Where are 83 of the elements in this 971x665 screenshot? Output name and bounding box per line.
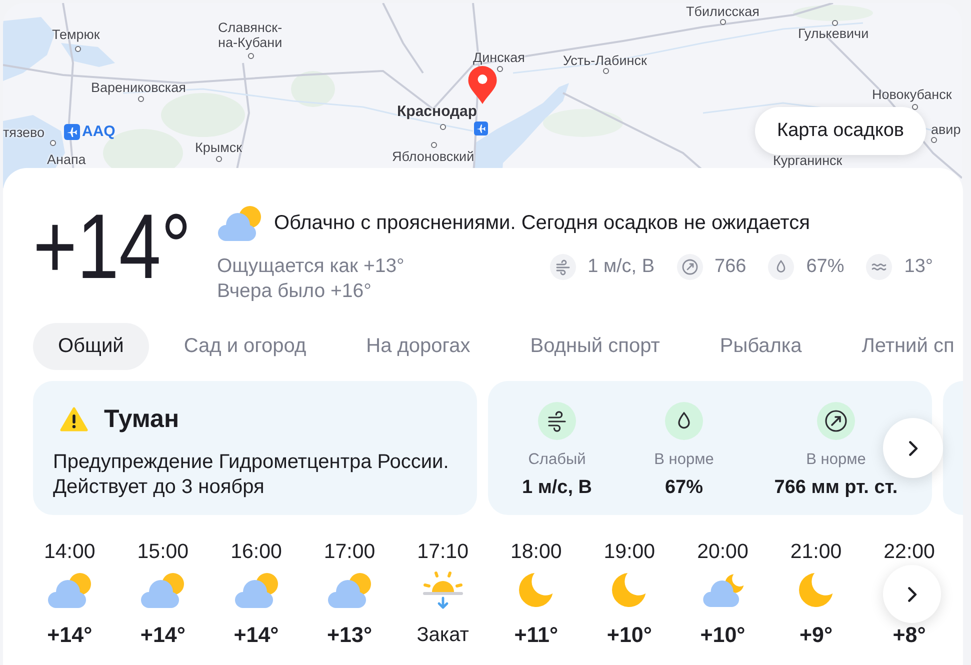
tab[interactable]: Сад и огород (158, 323, 332, 370)
town-label: Динская (473, 50, 525, 65)
partly-cloudy-icon (217, 205, 262, 241)
town-label: авир (931, 122, 961, 137)
yesterday-text: Вчера было +16° (217, 279, 372, 304)
hour-temperature: +9° (799, 623, 833, 647)
partly-cloudy-icon (47, 572, 92, 608)
current-temperature: +14° (33, 201, 192, 293)
chevron-icon (908, 586, 916, 602)
tab[interactable]: Летний сп (836, 323, 971, 370)
hour-temperature: +8° (892, 623, 926, 647)
hour-time: 17:00 (324, 540, 376, 564)
chevron-icon (908, 440, 918, 456)
feels-like-text: Ощущается как +13° (217, 254, 404, 279)
condition-value: 766 мм рт. ст. (774, 476, 898, 500)
hour-temperature: +10° (606, 623, 652, 647)
partly-cloudy-icon (327, 572, 372, 608)
hour-time: 21:00 (790, 540, 842, 564)
metric-value: 13° (904, 256, 933, 278)
moon-icon (519, 573, 554, 607)
hour-temperature: +10° (700, 623, 746, 647)
partly-cloudy-icon (140, 572, 186, 608)
moon-icon (799, 573, 834, 607)
hour-time: 14:00 (44, 540, 96, 564)
gauge-icon (676, 254, 703, 280)
cloud-moon-icon (700, 573, 745, 607)
town-label: Тбилисская (686, 4, 760, 19)
wind-icon (550, 254, 576, 280)
tab[interactable]: Общий (33, 323, 149, 370)
town-label: Яблоновский (392, 149, 474, 164)
warning-icon (60, 406, 88, 432)
town-label: Усть-Лабинск (563, 53, 647, 68)
hour-time: 15:00 (137, 540, 189, 564)
warning-validity-text: Действует до 3 ноября (53, 475, 266, 500)
condition-value: 1 м/с, В (522, 476, 592, 500)
town-label: Крымск (195, 140, 242, 155)
hour-time: 19:00 (604, 540, 656, 564)
hour-temperature: +14° (234, 623, 279, 647)
condition-label: В норме (806, 450, 866, 470)
hour-temperature: +11° (514, 623, 558, 647)
wind-icon (538, 402, 576, 440)
city-label: Краснодар (397, 104, 478, 119)
town-label: Славянск-на-Кубани (218, 20, 284, 50)
drop-icon (665, 402, 703, 440)
town-label: Анапа (47, 152, 86, 167)
sunset-icon (422, 570, 464, 610)
town-label: Варениковская (91, 80, 186, 95)
warning-source-text: Предупреждение Гидрометцентра России. (53, 450, 450, 475)
tab[interactable]: Водный спорт (505, 323, 685, 370)
metric-value: 1 м/с, В (588, 256, 655, 278)
drop-icon (768, 254, 794, 280)
metric-value: 67% (806, 256, 844, 278)
hour-time: 20:00 (697, 540, 748, 564)
location-pin-icon (468, 66, 497, 104)
hour-time: 17:10 (417, 540, 468, 564)
gauge-icon (817, 402, 855, 440)
metric-value: 766 (714, 256, 746, 278)
warning-title: Туман (104, 405, 180, 433)
condition-label: В норме (654, 450, 714, 470)
hour-time: 22:00 (884, 540, 935, 564)
condition-value: 67% (664, 476, 704, 500)
sunset-label: Закат (416, 623, 469, 647)
hour-temperature: +13° (327, 623, 372, 647)
hour-temperature: +14° (47, 623, 92, 647)
town-label: тязево (3, 125, 45, 140)
town-label: Гулькевичи (798, 26, 869, 41)
town-label: Темрюк (52, 27, 100, 42)
condition-label: Слабый (528, 450, 586, 470)
airport-code: AAQ (82, 124, 116, 140)
hour-temperature: +14° (140, 623, 186, 647)
moon-icon (612, 573, 646, 607)
condition-text: Облачно с прояснениями. Сегодня осадков не ожидается (274, 211, 810, 235)
tab[interactable]: На дорогах (341, 323, 496, 370)
airplane-icon (64, 124, 80, 140)
tab[interactable]: Рыбалка (694, 323, 827, 370)
hour-time: 18:00 (510, 540, 562, 564)
town-label: Курганинск (773, 153, 842, 168)
airplane-icon (474, 121, 488, 136)
precipitation-map-button[interactable]: Карта осадков (755, 107, 926, 155)
partly-cloudy-icon (234, 572, 279, 608)
hour-time: 16:00 (230, 540, 282, 564)
waves-icon (866, 254, 892, 280)
town-label: Новокубанск (872, 87, 952, 102)
